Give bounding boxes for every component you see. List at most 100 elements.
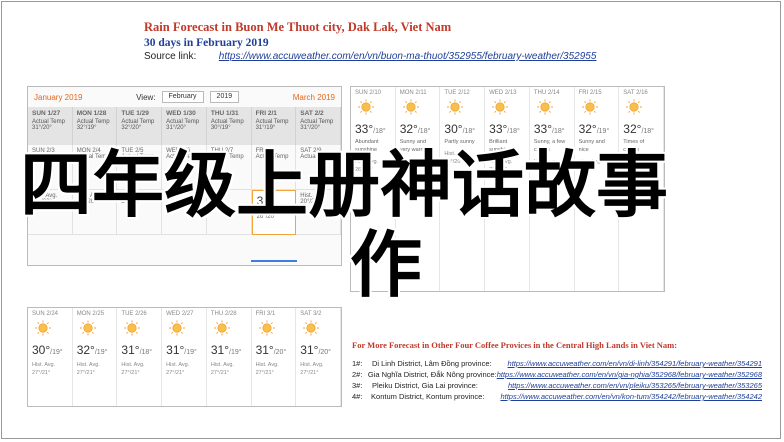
forecast-hist-avg: Hist. Avg. 26°/20° bbox=[444, 151, 468, 165]
forecast-temp: 33°/18° bbox=[533, 122, 565, 136]
forecast-hist-avg: Hist. Avg. 26°/20° bbox=[355, 159, 379, 173]
calendar-cell[interactable]: Hist. Avg. 20°/20° bbox=[117, 190, 163, 235]
calendar-cell[interactable]: MON 2/4 Actual Temp bbox=[72, 145, 118, 190]
calendar-cell[interactable]: Hist. Avg. 20°/20° bbox=[72, 190, 118, 235]
calendar-cell[interactable]: Hist. Avg. 20°/20° bbox=[296, 190, 341, 235]
more-forecast-row: 2#: Gia Nghĩa District, Đắk Nông provinc… bbox=[352, 370, 762, 379]
sun-icon bbox=[402, 99, 419, 115]
forecast-day-label: THU 2/14 bbox=[533, 90, 560, 96]
today-indicator bbox=[251, 260, 297, 262]
forecast-temp: 31°/18° bbox=[121, 343, 153, 357]
calendar-cell[interactable] bbox=[162, 190, 207, 235]
forecast-day[interactable]: THU 2/28 31°/19° Hist. Avg. 27°/21° bbox=[207, 308, 252, 406]
forecast-day-label: SUN 2/10 bbox=[355, 90, 382, 96]
forecast-hist-avg: Hist. Avg. 27°/21° bbox=[76, 362, 100, 376]
forecast-day[interactable]: WED 2/27 31°/19° Hist. Avg. 27°/21° bbox=[162, 308, 207, 406]
calendar-cell[interactable] bbox=[206, 190, 252, 235]
forecast-day[interactable]: THU 2/14 33°/18° Sunny, a few clouds Hist. … bbox=[530, 87, 575, 291]
year-select[interactable]: 2019 bbox=[209, 91, 240, 103]
view-label: View: bbox=[136, 92, 156, 102]
forecast-day[interactable]: FRI 3/1 31°/20° Hist. Avg. 27°/21° bbox=[252, 308, 297, 406]
sun-icon bbox=[35, 320, 51, 336]
forecast-hist-avg: Hist. Avg. 26°/20° bbox=[578, 159, 602, 173]
sun-icon bbox=[447, 99, 464, 115]
calendar-cell[interactable]: THU 2/7 Actual Temp bbox=[206, 145, 252, 190]
calendar-head-cell: SUN 1/27 Actual Temp 31°/20° bbox=[28, 107, 73, 145]
forecast-strip-week-2: SUN 2/10 33°/18° Abundant sunshine Hist. Av… bbox=[350, 86, 665, 292]
forecast-day[interactable]: SAT 3/2 31°/20° Hist. Avg. 27°/21° bbox=[296, 308, 341, 406]
sun-icon bbox=[536, 99, 553, 115]
forecast-day[interactable]: WED 2/13 33°/18° Brilliant sunshine Hist. A… bbox=[485, 87, 530, 291]
forecast-desc: Times of clouds bbox=[623, 139, 645, 153]
forecast-day[interactable]: SUN 2/24 30°/19° Hist. Avg. 27°/21° bbox=[28, 308, 73, 406]
calendar-header-row: SUN 1/27 Actual Temp 31°/20° MON 1/28 Actua… bbox=[28, 107, 341, 145]
source-line: Source link: https://www.accuweather.com… bbox=[144, 51, 596, 62]
more-forecast-link[interactable]: https://www.accuweather.com/en/vn/kon-tu… bbox=[500, 392, 762, 401]
forecast-temp: 32°/18° bbox=[399, 122, 431, 136]
document-header: Rain Forecast in Buon Me Thuot city, Dak… bbox=[144, 20, 596, 62]
sun-icon bbox=[581, 99, 598, 115]
forecast-desc: Sunny and very warm bbox=[399, 139, 427, 153]
forecast-day[interactable]: SUN 2/10 33°/18° Abundant sunshine Hist. Av… bbox=[351, 87, 396, 291]
sun-icon bbox=[124, 320, 141, 336]
forecast-temp: 32°/19° bbox=[578, 122, 610, 136]
page-subtitle: 30 days in February 2019 bbox=[144, 37, 269, 49]
forecast-day[interactable]: FRI 2/15 32°/19° Sunny and nice Hist. Avg. … bbox=[575, 87, 620, 291]
forecast-desc: Brilliant sunshine bbox=[489, 139, 512, 153]
forecast-temp: 31°/19° bbox=[210, 343, 242, 357]
prev-month-link[interactable]: January 2019 bbox=[34, 93, 82, 102]
forecast-day-label: WED 2/13 bbox=[489, 90, 517, 96]
sun-icon bbox=[258, 320, 275, 336]
calendar-head-cell: SAT 2/2 Actual Temp 31°/20° bbox=[296, 107, 341, 145]
forecast-day-label: FRI 3/1 bbox=[255, 311, 276, 317]
forecast-day-label: TUE 2/26 bbox=[121, 311, 147, 317]
forecast-hist-avg: Hist. Avg. 26°/20° bbox=[399, 159, 423, 173]
source-link[interactable]: https://www.accuweather.com/en/vn/buon-m… bbox=[219, 51, 597, 62]
calendar-head-cell: TUE 1/29 Actual Temp 32°/20° bbox=[117, 107, 163, 145]
calendar-cell[interactable]: FRI 2/8 Actual Temp bbox=[251, 145, 297, 190]
forecast-temp: 31°/20° bbox=[255, 343, 287, 357]
forecast-hist-avg: Hist. Avg. 26°/20° bbox=[533, 159, 557, 173]
calendar-cell-today[interactable]: 35° Hist. Avg. 26°/20° bbox=[251, 190, 297, 235]
forecast-day-label: TUE 2/12 bbox=[444, 90, 470, 96]
sun-icon bbox=[169, 320, 186, 336]
more-forecast-link[interactable]: https://www.accuweather.com/en/vn/gia-ng… bbox=[497, 370, 762, 379]
forecast-day[interactable]: MON 2/11 32°/18° Sunny and very warm Hist. … bbox=[396, 87, 441, 291]
calendar-cell[interactable]: Hist. Avg. 20°/20° bbox=[28, 190, 73, 235]
calendar-head-cell: WED 1/30 Actual Temp 31°/20° bbox=[162, 107, 207, 145]
forecast-hist-avg: Hist. Avg. 26°/20° bbox=[489, 159, 513, 173]
more-forecast-row: 3#: Pleiku District, Gia Lai province: h… bbox=[352, 381, 762, 390]
calendar-cell[interactable]: WED 2/6 Actual Temp bbox=[162, 145, 207, 190]
calendar-toolbar: January 2019 View: February 2019 March 2… bbox=[28, 87, 341, 107]
forecast-day-label: SAT 3/2 bbox=[300, 311, 322, 317]
calendar-head-cell: MON 1/28 Actual Temp 32°/19° bbox=[73, 107, 118, 145]
sun-icon bbox=[79, 320, 96, 336]
calendar-grid: SUN 2/3 Actual Temp MON 2/4 Actual Temp TU… bbox=[28, 145, 341, 235]
more-forecast-row: 1#: Di Linh District, Lâm Đồng province:… bbox=[352, 359, 762, 368]
calendar-cell[interactable]: SUN 2/3 Actual Temp bbox=[28, 145, 73, 190]
forecast-day[interactable]: MON 2/25 32°/19° Hist. Avg. 27°/21° bbox=[73, 308, 118, 406]
forecast-desc: Partly sunny bbox=[444, 139, 475, 145]
forecast-strip-week-4: SUN 2/24 30°/19° Hist. Avg. 27°/21° MON 2/2… bbox=[27, 307, 342, 407]
calendar-cell[interactable]: TUE 2/5 Actual Temp bbox=[117, 145, 163, 190]
calendar-panel: January 2019 View: February 2019 March 2… bbox=[27, 86, 342, 266]
more-forecast-link[interactable]: https://www.accuweather.com/en/vn/di-lin… bbox=[508, 359, 762, 368]
sun-icon bbox=[358, 99, 374, 115]
forecast-hist-avg: Hist. Avg. 26°/20° bbox=[623, 159, 647, 173]
forecast-desc: Sunny and nice bbox=[578, 139, 605, 153]
calendar-cell[interactable]: SAT 2/9 Actual Temp bbox=[296, 145, 341, 190]
forecast-temp: 33°/18° bbox=[489, 122, 520, 136]
forecast-day[interactable]: SAT 2/16 32°/18° Times of clouds Hist. Avg.… bbox=[619, 87, 664, 291]
next-month-link[interactable]: March 2019 bbox=[293, 93, 335, 102]
forecast-day[interactable]: TUE 2/12 30°/18° Partly sunny Hist. Avg. 26… bbox=[440, 87, 486, 291]
forecast-desc: Sunny, a few clouds bbox=[533, 139, 566, 153]
forecast-day-label: FRI 2/15 bbox=[578, 90, 602, 96]
sun-icon bbox=[626, 99, 643, 115]
more-forecast-title: For More Forecast in Other Four Coffee P… bbox=[352, 340, 678, 350]
more-forecast-link[interactable]: https://www.accuweather.com/en/vn/pleiku… bbox=[508, 381, 762, 390]
document-sheet: Rain Forecast in Buon Me Thuot city, Dak… bbox=[1, 1, 781, 439]
forecast-hist-avg: Hist. Avg. 27°/21° bbox=[32, 362, 56, 376]
forecast-hist-avg: Hist. Avg. 27°/21° bbox=[300, 362, 324, 376]
month-select[interactable]: February bbox=[161, 91, 204, 103]
forecast-day[interactable]: TUE 2/26 31°/18° Hist. Avg. 27°/21° bbox=[117, 308, 163, 406]
